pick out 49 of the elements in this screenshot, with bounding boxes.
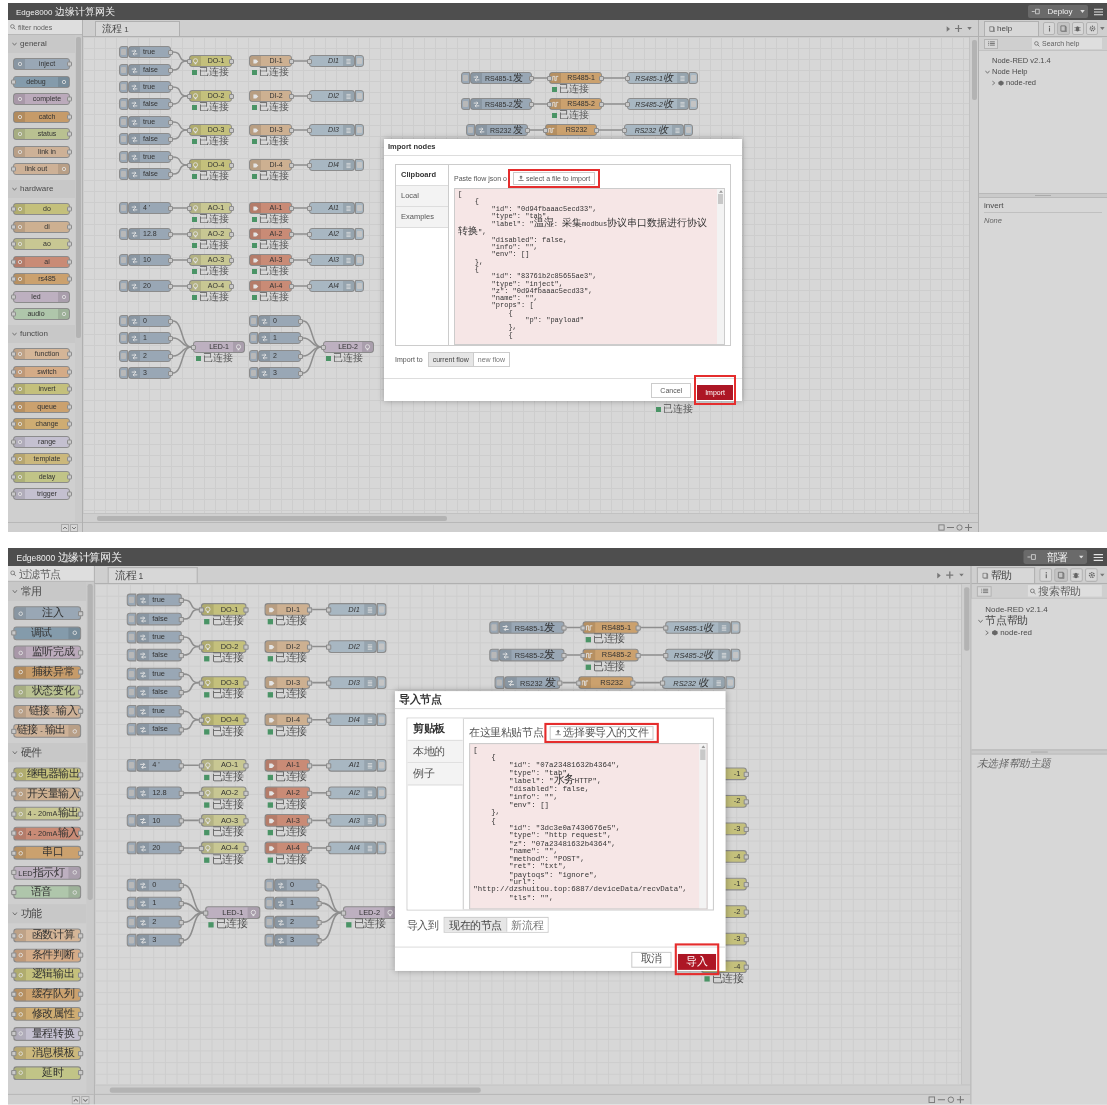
node-status: 已连接: [199, 240, 229, 250]
node-status: 已连接: [211, 799, 244, 810]
import-target-label: 导入到: [406, 919, 439, 931]
node-status: 已连接: [199, 67, 229, 77]
node-status: 已连接: [259, 214, 289, 224]
node-status: 已连接: [211, 826, 244, 838]
node-status: 已连接: [333, 353, 363, 363]
node-status: 已连接: [199, 171, 229, 181]
node-status: 已连接: [275, 689, 307, 700]
node-status: 已连接: [559, 84, 589, 94]
node-status: 已连接: [211, 854, 244, 865]
node-status: 已连接: [259, 266, 289, 276]
node-status: 已连接: [275, 652, 307, 664]
node-status: 已连接: [199, 214, 229, 224]
node-status: 已连接: [211, 652, 244, 664]
node-status: 已连接: [259, 136, 289, 146]
node-status: 已连接: [199, 136, 229, 146]
node-status: 已连接: [259, 171, 289, 181]
node-status: 已连接: [275, 826, 307, 838]
paste-hint: 在这里粘贴节点: [469, 727, 544, 738]
help-topic-title: invert: [984, 202, 1102, 213]
node-status: 已连接: [211, 689, 244, 700]
node-status: 已连接: [559, 110, 589, 120]
node-status: 已连接: [215, 919, 248, 930]
node-status: 已连接: [211, 726, 244, 737]
help-topic-text: 未选择帮助主题: [976, 758, 1053, 770]
node-status: 已连接: [199, 266, 229, 276]
node-status: 已连接: [275, 615, 307, 627]
node-status: 已连接: [203, 353, 233, 363]
node-status: 已连接: [275, 799, 307, 810]
node-status: 已连接: [199, 292, 229, 302]
node-status: 已连接: [259, 102, 289, 112]
node-status: 已连接: [211, 771, 244, 783]
node-status: 已连接: [593, 633, 625, 645]
node-status: 已连接: [711, 973, 744, 984]
node-status: 已连接: [199, 102, 229, 112]
node-status: 已连接: [259, 67, 289, 77]
dialog-title: 导入节点: [394, 691, 726, 710]
app-title: Edge8000 边缘计算网关: [16, 6, 115, 17]
node-status: 已连接: [275, 726, 307, 737]
node-status: 已连接: [593, 661, 625, 672]
app-title: Edge8000 边缘计算网关: [16, 551, 122, 563]
node-status: 已连接: [211, 615, 244, 627]
node-status: 已连接: [259, 292, 289, 302]
node-status: 已连接: [275, 854, 307, 865]
node-status: 已连接: [353, 919, 386, 930]
node-status: 已连接: [259, 240, 289, 250]
node-status: 已连接: [663, 404, 693, 414]
node-status: 已连接: [275, 771, 307, 783]
